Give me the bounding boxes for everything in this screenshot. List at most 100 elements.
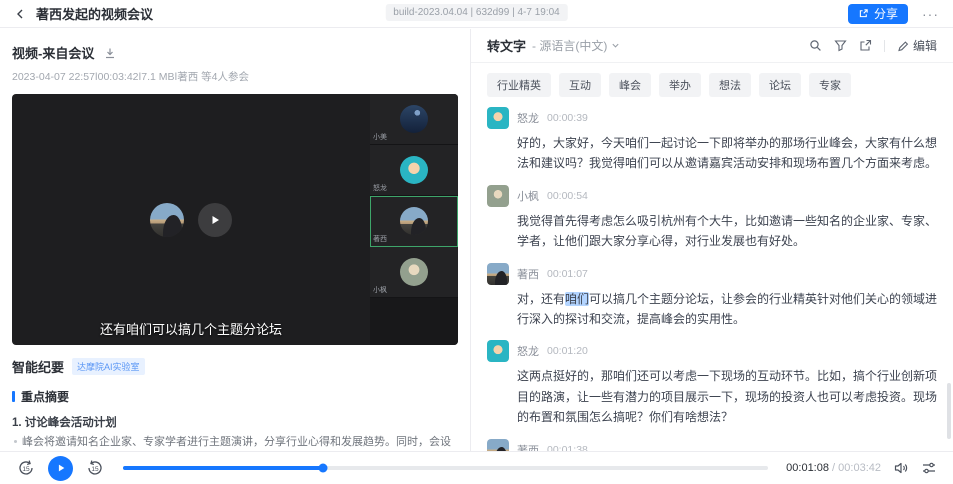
- player-bar: 15 15 00:01:08 / 00:03:42: [0, 451, 953, 484]
- video-play-overlay-button[interactable]: [198, 203, 232, 237]
- keyword-chip[interactable]: 行业精英: [487, 73, 551, 97]
- smart-summary-title: 智能纪要: [12, 357, 64, 376]
- speaker-avatar: [487, 340, 509, 362]
- participant-name: 怒龙: [373, 183, 387, 193]
- entry-timestamp: 00:01:38: [547, 444, 588, 451]
- transcript-entry[interactable]: 怒龙 00:01:20 这两点挺好的，那咱们还可以考虑一下现场的互动环节。比如，…: [487, 340, 939, 427]
- video-meta: 2023-04-07 22:57ǀ00:03:42ǀ7.1 MBǀ著西 等4人参…: [12, 69, 458, 84]
- keyword-chip[interactable]: 举办: [659, 73, 701, 97]
- participant-tile[interactable]: 著西: [370, 196, 458, 247]
- participant-avatar: [400, 258, 428, 286]
- play-icon: [56, 463, 66, 473]
- build-info-badge: build-2023.04.04 | 632d99 | 4-7 19:04: [385, 4, 567, 21]
- key-points-title: 重点摘要: [21, 388, 69, 405]
- summary-list: 1. 讨论峰会活动计划 峰会将邀请知名企业家、专家学者进行主题演讲，分享行业心得…: [12, 414, 458, 451]
- edit-button[interactable]: 编辑: [897, 37, 937, 54]
- video-title: 视频-来自会议: [12, 43, 94, 62]
- keyword-chip[interactable]: 专家: [809, 73, 851, 97]
- settings-sliders-icon[interactable]: [921, 460, 937, 476]
- progress-knob[interactable]: [318, 464, 327, 473]
- filter-icon[interactable]: [834, 39, 847, 52]
- entry-timestamp: 00:00:54: [547, 190, 588, 202]
- keyword-chips: 行业精英 互动 峰会 举办 想法 论坛 专家: [471, 63, 953, 105]
- participant-name: 小美: [373, 132, 387, 142]
- summary-item-heading: 1. 讨论峰会活动计划: [12, 414, 458, 430]
- speaker-avatar: [150, 203, 184, 237]
- section-accent-bar: [12, 391, 15, 402]
- edit-label: 编辑: [913, 37, 937, 54]
- speaker-name: 怒龙: [517, 343, 539, 359]
- search-icon[interactable]: [809, 39, 822, 52]
- time-display: 00:01:08 / 00:03:42: [786, 462, 881, 474]
- scrollbar[interactable]: [947, 383, 951, 439]
- toolbar-divider: [884, 40, 885, 52]
- share-icon: [858, 8, 869, 19]
- keyword-chip[interactable]: 互动: [559, 73, 601, 97]
- video-subtitle: 还有咱们可以搞几个主题分论坛: [12, 319, 370, 338]
- entry-text: 我觉得首先得考虑怎么吸引杭州有个大牛，比如邀请一些知名的企业家、专家、学者，让他…: [517, 211, 939, 252]
- keyword-chip[interactable]: 想法: [709, 73, 751, 97]
- page-title: 著西发起的视频会议: [36, 4, 153, 23]
- source-language-label: - 源语言(中文): [532, 37, 607, 54]
- progress-bar[interactable]: [123, 461, 768, 475]
- progress-fill: [123, 466, 323, 470]
- transcript-panel: 转文字 - 源语言(中文) 编辑: [470, 29, 953, 451]
- speaker-avatar: [487, 263, 509, 285]
- entry-text: 好的，大家好，今天咱们一起讨论一下即将举办的那场行业峰会，大家有什么想法和建议吗…: [517, 133, 939, 174]
- participant-avatar: [400, 207, 428, 235]
- keyword-chip[interactable]: 峰会: [609, 73, 651, 97]
- entry-timestamp: 00:00:39: [547, 112, 588, 124]
- entry-text: 对，还有咱们可以搞几个主题分论坛，让参会的行业精英针对他们关心的领域进行深入的探…: [517, 289, 939, 330]
- transcript-entry[interactable]: 怒龙 00:00:39 好的，大家好，今天咱们一起讨论一下即将举办的那场行业峰会…: [487, 107, 939, 174]
- transcript-list: 怒龙 00:00:39 好的，大家好，今天咱们一起讨论一下即将举办的那场行业峰会…: [471, 105, 953, 451]
- participant-tile[interactable]: 小美: [370, 94, 458, 145]
- speaker-name: 小枫: [517, 188, 539, 204]
- summary-badge: 达摩院AI实验室: [72, 358, 145, 375]
- transcript-entry[interactable]: 著西 00:01:07 对，还有咱们可以搞几个主题分论坛，让参会的行业精英针对他…: [487, 263, 939, 330]
- speaker-avatar: [487, 185, 509, 207]
- speaker-avatar: [487, 107, 509, 129]
- back-icon: [14, 8, 26, 20]
- volume-icon[interactable]: [893, 460, 909, 476]
- export-icon[interactable]: [859, 39, 872, 52]
- total-time: 00:03:42: [838, 462, 881, 474]
- more-menu-button[interactable]: ···: [922, 9, 939, 19]
- entry-timestamp: 00:01:07: [547, 268, 588, 280]
- participant-tile[interactable]: 怒龙: [370, 145, 458, 196]
- transcript-entry[interactable]: 著西 00:01:38 我觉得咱们得弄一个专业一点、高端一点的线上氛围布置上，可…: [487, 439, 939, 451]
- video-panel: 视频-来自会议 2023-04-07 22:57ǀ00:03:42ǀ7.1 MB…: [0, 29, 470, 451]
- video-player[interactable]: 还有咱们可以搞几个主题分论坛 小美 怒龙 著西: [12, 94, 458, 345]
- download-icon[interactable]: [104, 47, 116, 59]
- participant-tile[interactable]: 小枫: [370, 247, 458, 298]
- play-button[interactable]: [48, 456, 73, 481]
- share-button[interactable]: 分享: [848, 4, 908, 24]
- forward-15-icon[interactable]: 15: [85, 458, 105, 478]
- edit-pencil-icon: [897, 40, 909, 52]
- transcript-entry[interactable]: 小枫 00:00:54 我觉得首先得考虑怎么吸引杭州有个大牛，比如邀请一些知名的…: [487, 185, 939, 252]
- chevron-down-icon: [611, 41, 620, 50]
- playback-highlight: 咱们: [565, 292, 589, 306]
- speaker-name: 怒龙: [517, 110, 539, 126]
- participant-name: 著西: [373, 234, 387, 244]
- entry-timestamp: 00:01:20: [547, 345, 588, 357]
- svg-text:15: 15: [22, 466, 30, 473]
- share-label: 分享: [874, 5, 898, 22]
- participant-name: 小枫: [373, 285, 387, 295]
- speaker-name: 著西: [517, 442, 539, 451]
- participant-avatar: [400, 105, 428, 133]
- summary-item: 1. 讨论峰会活动计划 峰会将邀请知名企业家、专家学者进行主题演讲，分享行业心得…: [12, 414, 458, 451]
- source-language-selector[interactable]: - 源语言(中文): [532, 37, 620, 54]
- top-bar: 著西发起的视频会议 build-2023.04.04 | 632d99 | 4-…: [0, 0, 953, 28]
- current-time: 00:01:08: [786, 462, 829, 474]
- summary-item-body: 峰会将邀请知名企业家、专家学者进行主题演讲，分享行业心得和发展趋势。同时，会设立…: [12, 433, 458, 451]
- back-button[interactable]: [14, 8, 26, 20]
- rewind-15-icon[interactable]: 15: [16, 458, 36, 478]
- transcript-title: 转文字: [487, 36, 526, 55]
- speaker-avatar: [487, 439, 509, 451]
- speaker-name: 著西: [517, 266, 539, 282]
- play-icon: [209, 214, 221, 226]
- entry-text: 这两点挺好的，那咱们还可以考虑一下现场的互动环节。比如，搞个行业创新项目的路演，…: [517, 366, 939, 427]
- svg-text:15: 15: [91, 466, 99, 473]
- participant-strip: 小美 怒龙 著西 小枫: [370, 94, 458, 345]
- keyword-chip[interactable]: 论坛: [759, 73, 801, 97]
